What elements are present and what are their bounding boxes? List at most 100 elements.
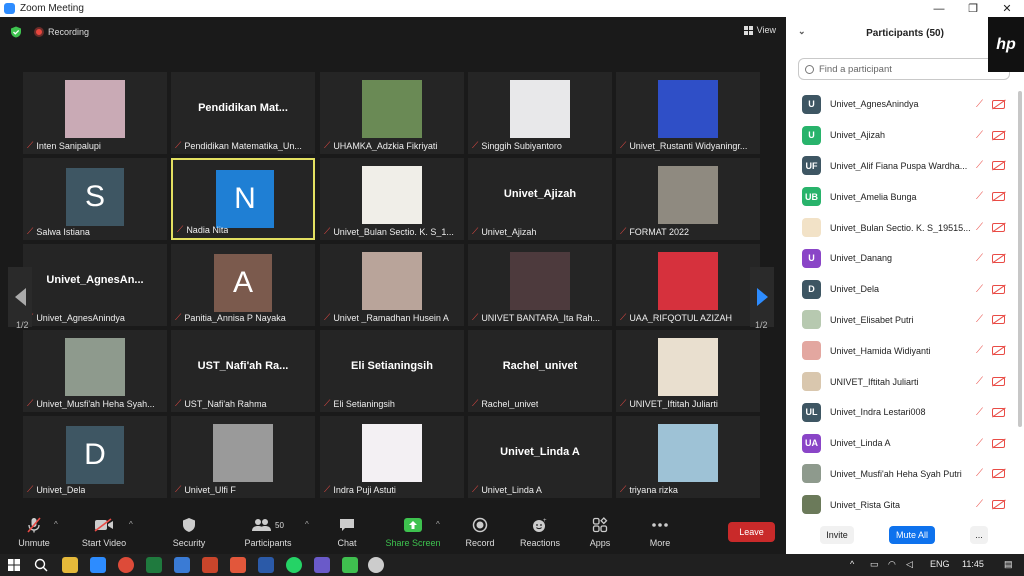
- participant-row[interactable]: U Univet_Danang ⟋: [786, 243, 1016, 274]
- start-video-button[interactable]: Start Video: [74, 516, 134, 548]
- mic-muted-icon: ⟋: [472, 484, 479, 494]
- participant-row[interactable]: Univet_Hamida Widiyanti ⟋: [786, 335, 1016, 366]
- powerpoint-icon[interactable]: [202, 557, 218, 573]
- video-off-icon: [992, 407, 1005, 417]
- file-explorer-icon[interactable]: [62, 557, 78, 573]
- participant-row[interactable]: Univet_Elisabet Putri ⟋: [786, 305, 1016, 336]
- word-icon[interactable]: [258, 557, 274, 573]
- search-taskbar-icon[interactable]: [33, 557, 49, 573]
- invite-button[interactable]: Invite: [820, 526, 854, 544]
- green-app-icon[interactable]: [342, 557, 358, 573]
- participant-tile[interactable]: Eli Setianingsih ⟋ Eli Setianingsih: [320, 330, 464, 412]
- windows-start-icon[interactable]: [6, 557, 22, 573]
- chat-label: Chat: [337, 538, 357, 548]
- reactions-button[interactable]: + Reactions: [510, 516, 570, 548]
- video-off-icon: [992, 99, 1005, 109]
- participant-row[interactable]: U Univet_AgnesAnindya ⟋: [786, 89, 1016, 120]
- participant-row[interactable]: UNIVET_Iftitah Juliarti ⟋: [786, 366, 1016, 397]
- participant-list-scrollbar[interactable]: [1018, 91, 1022, 427]
- participant-search[interactable]: [798, 58, 1010, 80]
- shield-icon[interactable]: [10, 26, 22, 38]
- wifi-icon[interactable]: ◠: [888, 559, 896, 570]
- view-button[interactable]: View: [743, 25, 776, 35]
- mic-muted-icon: ⟋: [324, 398, 331, 408]
- participant-name: Univet_Ajizah: [830, 130, 886, 141]
- panel-more-button[interactable]: ...: [970, 526, 988, 544]
- participant-tile[interactable]: ⟋ UAA_RIFQOTUL AZIZAH: [616, 244, 760, 326]
- mail-icon[interactable]: [174, 557, 190, 573]
- settings-icon[interactable]: [368, 557, 384, 573]
- participant-row[interactable]: UF Univet_Alif Fiana Puspa Wardha... ⟋: [786, 151, 1016, 182]
- mute-all-button[interactable]: Mute All: [889, 526, 935, 544]
- participant-tile[interactable]: ⟋ Singgih Subiyantoro: [468, 72, 612, 154]
- audio-options-chevron-icon[interactable]: ^: [54, 520, 58, 529]
- participant-tile[interactable]: UST_Nafi'ah Ra... ⟋ UST_Nafi'ah Rahma: [171, 330, 315, 412]
- participant-row[interactable]: Univet_Rista Gita ⟋: [786, 489, 1016, 520]
- participant-tile[interactable]: N ⟋ Nadia Nita: [171, 158, 315, 240]
- participant-tile[interactable]: ⟋ Inten Sanipalupi: [23, 72, 167, 154]
- next-page-button[interactable]: [750, 267, 774, 327]
- participant-row[interactable]: UL Univet_Indra Lestari008 ⟋: [786, 397, 1016, 428]
- participant-tile[interactable]: Rachel_univet ⟋ Rachel_univet: [468, 330, 612, 412]
- whatsapp-icon[interactable]: [286, 557, 302, 573]
- participant-tile[interactable]: S ⟋ Salwa Istiana: [23, 158, 167, 240]
- participants-button[interactable]: 50 Participants: [238, 516, 298, 548]
- zoom-taskbar-icon[interactable]: [90, 557, 106, 573]
- collapse-chevron-icon[interactable]: ⌄: [798, 26, 806, 37]
- participant-row[interactable]: U Univet_Ajizah ⟋: [786, 120, 1016, 151]
- video-options-chevron-icon[interactable]: ^: [129, 520, 133, 529]
- participant-tile[interactable]: ⟋ Univet_Rustanti Widyaningr...: [616, 72, 760, 154]
- participant-tile[interactable]: ⟋ UHAMKA_Adzkia Fikriyati: [320, 72, 464, 154]
- excel-icon[interactable]: [146, 557, 162, 573]
- participant-tile[interactable]: Univet_Ajizah ⟋ Univet_Ajizah: [468, 158, 612, 240]
- record-button[interactable]: Record: [450, 516, 510, 548]
- volume-icon[interactable]: ◁: [906, 559, 913, 570]
- participant-tile[interactable]: ⟋ UNIVET_Iftitah Juliarti: [616, 330, 760, 412]
- leave-button[interactable]: Leave: [728, 522, 775, 542]
- search-input[interactable]: [819, 63, 999, 75]
- panel-footer: Invite Mute All ...: [786, 524, 1024, 554]
- participant-tile[interactable]: Univet_Linda A ⟋ Univet_Linda A: [468, 416, 612, 498]
- share-screen-button[interactable]: Share Screen: [383, 516, 443, 548]
- participants-options-chevron-icon[interactable]: ^: [305, 520, 309, 529]
- notifications-icon[interactable]: ▤: [1004, 559, 1013, 570]
- minimize-button[interactable]: —: [922, 0, 956, 17]
- participant-tile[interactable]: D ⟋ Univet_Dela: [23, 416, 167, 498]
- language-indicator[interactable]: ENG: [930, 559, 950, 569]
- close-button[interactable]: ✕: [990, 0, 1024, 17]
- restore-button[interactable]: ❐: [956, 0, 990, 17]
- more-button[interactable]: More: [630, 516, 690, 548]
- participant-tile[interactable]: A ⟋ Panitia_Annisa P Nayaka: [171, 244, 315, 326]
- participant-row[interactable]: Univet_Bulan Sectio. K. S_19515... ⟋: [786, 212, 1016, 243]
- security-button[interactable]: Security: [159, 516, 219, 548]
- participant-name: Univet_Alif Fiana Puspa Wardha...: [830, 160, 968, 171]
- participant-tile[interactable]: ⟋ Univet_Bulan Sectio. K. S_1...: [320, 158, 464, 240]
- tile-name-text: UNIVET_Iftitah Juliarti: [629, 398, 718, 409]
- participant-tile[interactable]: Pendidikan Mat... ⟋ Pendidikan Matematika_…: [171, 72, 315, 154]
- app-icon[interactable]: [230, 557, 246, 573]
- network-icon[interactable]: ▭: [870, 559, 879, 570]
- recording-label[interactable]: Recording: [48, 27, 89, 37]
- apps-button[interactable]: Apps: [570, 516, 630, 548]
- prev-page-button[interactable]: [8, 267, 32, 327]
- participant-tile[interactable]: ⟋ Indra Puji Astuti: [320, 416, 464, 498]
- participant-row[interactable]: UA Univet_Linda A ⟋: [786, 428, 1016, 459]
- participant-tile[interactable]: ⟋ triyana rizka: [616, 416, 760, 498]
- participant-tile[interactable]: ⟋ Univet_Musfi'ah Heha Syah...: [23, 330, 167, 412]
- share-options-chevron-icon[interactable]: ^: [436, 520, 440, 529]
- avatar: UA: [802, 433, 821, 453]
- chrome-icon[interactable]: [118, 557, 134, 573]
- participant-tile[interactable]: ⟋ FORMAT 2022: [616, 158, 760, 240]
- participant-tile[interactable]: ⟋ Univet _Ramadhan Husein A: [320, 244, 464, 326]
- participant-row[interactable]: D Univet_Dela ⟋: [786, 274, 1016, 305]
- clock[interactable]: 11:45: [962, 559, 984, 569]
- participant-row[interactable]: UB Univet_Amelia Bunga ⟋: [786, 181, 1016, 212]
- participant-tile[interactable]: Univet_AgnesAn... ⟋Univet_AgnesAnindya: [23, 244, 167, 326]
- chat-button[interactable]: Chat: [317, 516, 377, 548]
- tray-chevron-icon[interactable]: ^: [850, 559, 854, 569]
- participant-row[interactable]: Univet_Musfi'ah Heha Syah Putri ⟋: [786, 459, 1016, 490]
- mic-muted-icon: ⟋: [472, 398, 479, 408]
- participant-tile[interactable]: ⟋ UNIVET BANTARA_Ita Rah...: [468, 244, 612, 326]
- participant-tile[interactable]: ⟋ Univet_Ulfi F: [171, 416, 315, 498]
- store-icon[interactable]: [314, 557, 330, 573]
